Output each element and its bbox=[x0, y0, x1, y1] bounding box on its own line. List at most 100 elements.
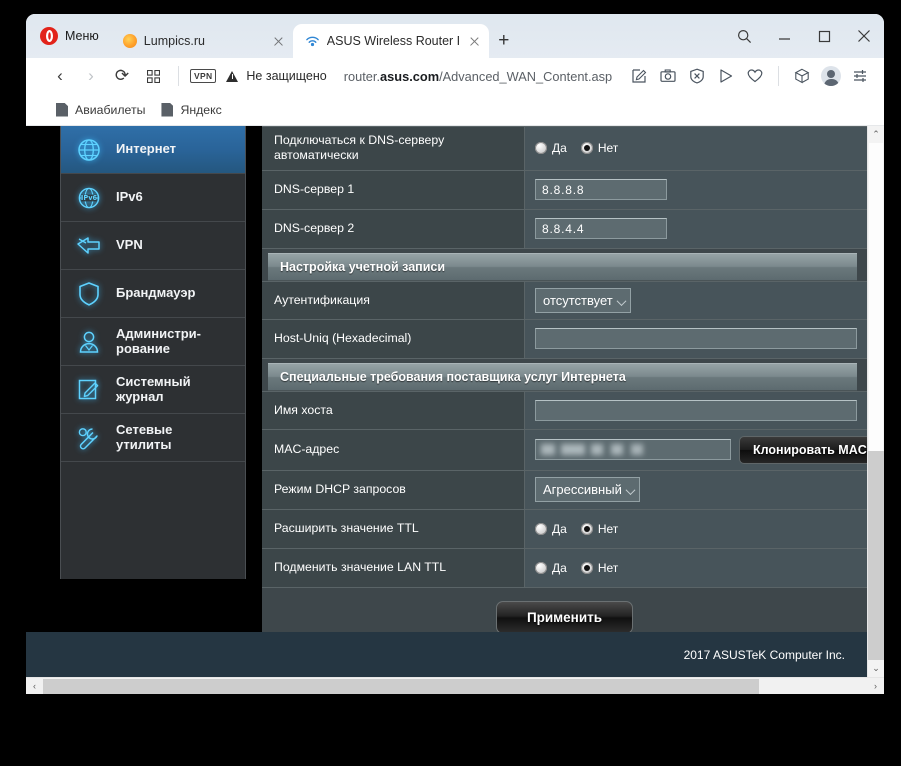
tab-asus-router[interactable]: ASUS Wireless Router RT-N bbox=[292, 24, 489, 58]
row-label: Подменить значение LAN TTL bbox=[262, 548, 525, 587]
search-icon[interactable] bbox=[724, 14, 764, 58]
row-label: Режим DHCP запросов bbox=[262, 470, 525, 509]
apply-button[interactable]: Применить bbox=[495, 601, 634, 635]
back-icon[interactable]: ‹ bbox=[46, 62, 74, 90]
new-tab-button[interactable]: + bbox=[489, 24, 519, 58]
row-dns-server-2: DNS-сервер 2 8.8.4.4 bbox=[262, 209, 867, 249]
scroll-up-icon[interactable] bbox=[868, 126, 884, 143]
bookmark-label: Авиабилеты bbox=[75, 102, 146, 117]
row-value: 8.8.4.4 bbox=[525, 209, 867, 248]
section-account-header-wrap: Настройка учетной записи bbox=[262, 248, 867, 281]
router-sidebar: Интернет IPv6 IPv6 VPN Брандмауэр Админи… bbox=[60, 126, 246, 579]
profile-avatar-icon[interactable] bbox=[817, 62, 845, 90]
sidebar-item-network-tools[interactable]: Сетевые утилиты bbox=[61, 414, 245, 462]
reload-icon[interactable]: ⟳ bbox=[108, 62, 136, 90]
sidebar-item-ipv6[interactable]: IPv6 IPv6 bbox=[61, 174, 245, 222]
adblock-icon[interactable] bbox=[683, 62, 711, 90]
section-header-account: Настройка учетной записи bbox=[268, 252, 857, 281]
radio-dns-auto-yes[interactable]: Да bbox=[535, 141, 567, 155]
radio-spoof-lan-ttl-yes[interactable]: Да bbox=[535, 561, 567, 575]
close-icon[interactable] bbox=[270, 33, 287, 50]
radio-button-selected-icon[interactable] bbox=[580, 142, 593, 155]
vpn-badge[interactable]: VPN bbox=[190, 69, 217, 83]
dns-server-1-input[interactable]: 8.8.8.8 bbox=[535, 179, 667, 201]
radio-extend-ttl-no[interactable]: Нет bbox=[580, 522, 618, 536]
close-icon[interactable] bbox=[466, 33, 483, 50]
row-value: Клонировать MAC bbox=[525, 429, 867, 470]
row-label: Имя хоста bbox=[262, 391, 525, 429]
svg-text:IPv6: IPv6 bbox=[81, 194, 98, 202]
row-value: 8.8.8.8 bbox=[525, 170, 867, 209]
scroll-left-icon[interactable]: ‹ bbox=[26, 678, 43, 695]
sidebar-item-firewall[interactable]: Брандмауэр bbox=[61, 270, 245, 318]
sidebar-item-label: Системный журнал bbox=[116, 373, 191, 404]
sidebar-item-label: Брандмауэр bbox=[116, 285, 196, 301]
row-value: Агрессивный bbox=[525, 470, 867, 509]
horizontal-scrollbar[interactable]: ‹ › bbox=[26, 677, 884, 694]
radio-button-icon[interactable] bbox=[535, 142, 547, 155]
copyright-band: 2017 ASUSTeK Computer Inc. bbox=[26, 632, 867, 677]
radio-group-dns-auto: Да Нет bbox=[535, 141, 618, 155]
authentication-select[interactable]: отсутствует bbox=[535, 287, 631, 313]
bookmark-aviabilety[interactable]: Авиабилеты bbox=[56, 102, 146, 117]
mac-address-input[interactable] bbox=[535, 439, 731, 461]
sidebar-item-label: Администри- рование bbox=[116, 325, 201, 356]
navigation-toolbar: ‹ › ⟳ VPN Не защищено router.asus.com/Ad… bbox=[26, 58, 884, 94]
tab-lumpics[interactable]: Lumpics.ru bbox=[111, 24, 293, 58]
edit-page-icon[interactable] bbox=[625, 62, 653, 90]
wan-settings-form: Подключаться к DNS-серверу автоматически… bbox=[262, 126, 867, 677]
isp-rows: Имя хоста MAC-адрес Клонировать MAC Режи… bbox=[262, 390, 867, 588]
forward-icon[interactable]: › bbox=[77, 62, 105, 90]
address-bar-url[interactable]: router.asus.com/Advanced_WAN_Content.asp bbox=[344, 69, 612, 84]
redacted-mac-overlay bbox=[541, 444, 661, 456]
row-label: Аутентификация bbox=[262, 281, 525, 319]
host-uniq-input[interactable] bbox=[535, 328, 857, 350]
snapshot-icon[interactable] bbox=[654, 62, 682, 90]
host-name-input[interactable] bbox=[535, 399, 857, 421]
radio-button-icon[interactable] bbox=[535, 561, 547, 574]
sidebar-item-vpn[interactable]: VPN bbox=[61, 222, 245, 270]
cube-icon[interactable] bbox=[788, 62, 816, 90]
radio-label: Нет bbox=[597, 560, 619, 575]
vertical-scroll-thumb[interactable] bbox=[869, 143, 883, 451]
page-viewport: Интернет IPv6 IPv6 VPN Брандмауэр Админи… bbox=[26, 126, 884, 694]
send-icon[interactable] bbox=[712, 62, 740, 90]
dns-server-2-input[interactable]: 8.8.4.4 bbox=[535, 218, 667, 240]
horizontal-scroll-thumb[interactable] bbox=[43, 678, 759, 694]
tab-strip: Меню Lumpics.ru ASUS Wireless Router RT-… bbox=[26, 14, 884, 58]
settings-sliders-icon[interactable] bbox=[846, 62, 874, 90]
heart-icon[interactable] bbox=[741, 62, 769, 90]
grid-icon[interactable] bbox=[139, 62, 167, 90]
radio-button-icon[interactable] bbox=[535, 522, 547, 535]
sidebar-item-internet[interactable]: Интернет bbox=[61, 126, 245, 174]
sidebar-item-system-log[interactable]: Системный журнал bbox=[61, 366, 245, 414]
close-icon[interactable] bbox=[844, 14, 884, 58]
section-header-isp: Специальные требования поставщика услуг … bbox=[268, 362, 857, 391]
bookmark-yandex[interactable]: Яндекс bbox=[161, 102, 222, 117]
opera-logo-icon bbox=[40, 27, 58, 45]
clone-mac-button[interactable]: Клонировать MAC bbox=[739, 435, 867, 464]
row-value: Да Нет bbox=[525, 127, 867, 170]
maximize-icon[interactable] bbox=[804, 14, 844, 58]
user-icon bbox=[74, 327, 104, 357]
tab-title: Lumpics.ru bbox=[143, 34, 205, 48]
toolbar-extensions bbox=[625, 62, 874, 90]
radio-extend-ttl-yes[interactable]: Да bbox=[535, 522, 567, 536]
vertical-scrollbar[interactable] bbox=[867, 126, 884, 677]
opera-menu-button[interactable]: Меню bbox=[26, 14, 111, 58]
doc-icon bbox=[56, 102, 68, 117]
scroll-right-icon[interactable]: › bbox=[867, 678, 884, 695]
minimize-icon[interactable] bbox=[764, 14, 804, 58]
dns-settings-rows: Подключаться к DNS-серверу автоматически… bbox=[262, 126, 867, 249]
radio-button-selected-icon[interactable] bbox=[580, 561, 593, 574]
scroll-down-icon[interactable] bbox=[868, 660, 884, 677]
dhcp-query-mode-select[interactable]: Агрессивный bbox=[535, 477, 640, 503]
row-value: Да Нет bbox=[525, 548, 867, 587]
radio-dns-auto-no[interactable]: Нет bbox=[580, 141, 618, 155]
row-label: DNS-сервер 1 bbox=[262, 170, 525, 209]
radio-button-selected-icon[interactable] bbox=[580, 522, 593, 535]
vertical-scroll-track[interactable] bbox=[868, 451, 884, 660]
radio-spoof-lan-ttl-no[interactable]: Нет bbox=[580, 560, 619, 575]
sidebar-item-administration[interactable]: Администри- рование bbox=[61, 318, 245, 366]
opera-menu-label: Меню bbox=[65, 29, 99, 43]
